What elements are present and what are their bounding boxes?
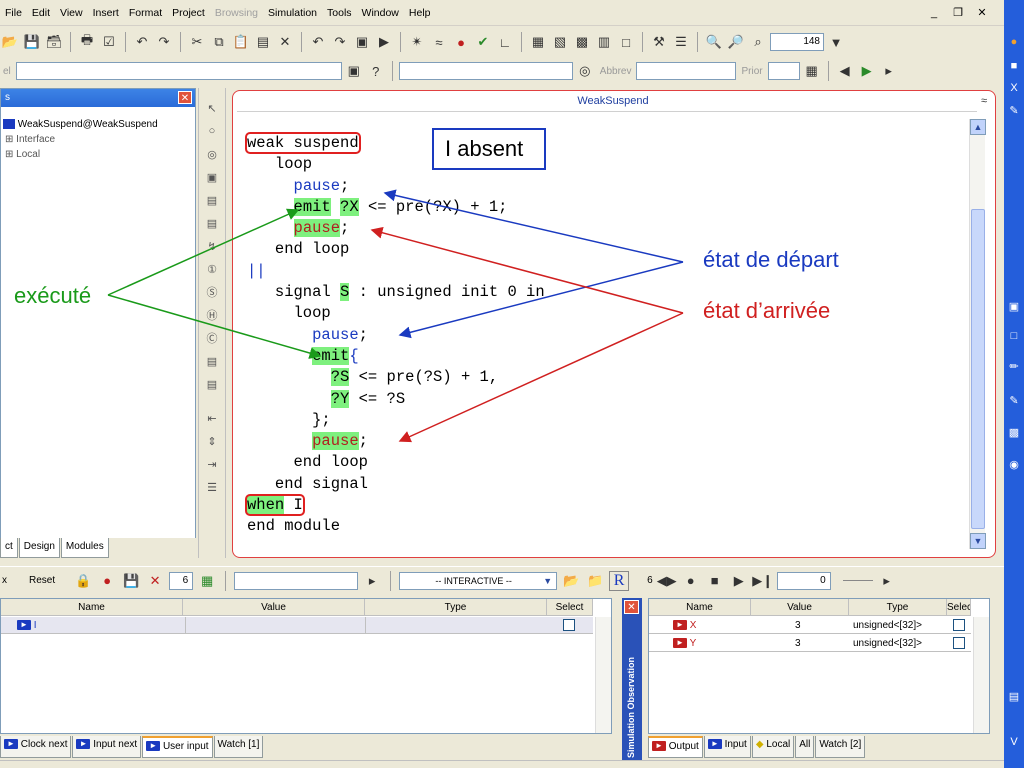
open-all-icon[interactable]: 📁 [585,571,605,591]
open-sim-icon[interactable]: 📂 [561,571,581,591]
col-name[interactable]: Name [649,599,751,616]
row-name-cell: ► I [17,617,37,634]
clear-icon[interactable]: ✕ [145,571,165,591]
input-signal-icon: ► [17,620,31,631]
close-icon[interactable]: ✕ [624,600,639,614]
toolbar-separator [390,570,392,591]
pause-icon[interactable]: ■ [705,571,725,591]
record-icon[interactable]: R [609,570,630,591]
app-window: File Edit View Insert Format Project Bro… [0,0,1024,768]
dock-paint-icon[interactable]: ◉ [1006,458,1022,474]
table-row[interactable]: ► X 3 unsigned<[32]> [649,617,971,634]
col-value[interactable]: Value [751,599,849,616]
sim-input-field[interactable] [234,571,359,590]
output-signal-icon: ► [673,620,687,631]
user-input-icon: ► [146,741,161,752]
row-type-cell: unsigned<[32]> [853,638,922,649]
row-value-cell[interactable] [185,617,365,634]
tab-output[interactable]: ► Output [648,736,703,758]
dock-x-icon[interactable]: X [1006,82,1022,98]
reset-button[interactable]: Reset [29,575,55,586]
input-icon: ► [76,739,91,750]
dock-folder-icon[interactable]: ▤ [1006,690,1022,706]
tab-watch-2[interactable]: Watch [2] [815,736,866,758]
record-mode-icon[interactable]: ● [681,571,701,591]
tab-input-next[interactable]: ► Input next [72,736,142,758]
observation-title: Simulation Observation [626,656,636,758]
col-select[interactable]: Select [547,599,593,616]
row-name-cell: ► X [673,617,696,634]
row-value-cell: 3 [795,620,801,631]
select-checkbox[interactable] [953,619,965,631]
select-checkbox[interactable] [953,637,965,649]
time-field[interactable]: 0 [776,571,831,590]
chevron-down-icon[interactable]: ▼ [543,576,552,586]
local-icon: ◆ [755,739,764,750]
col-type[interactable]: Type [365,599,547,616]
col-name[interactable]: Name [1,599,183,616]
step-field[interactable]: 6 [169,571,194,590]
dock-app-icon[interactable]: ● [1006,36,1022,52]
toolbar-separator [225,570,227,591]
input-icon: ► [707,739,722,750]
status-bar [0,760,1004,768]
arrow-end-state [370,226,684,443]
output-table-scrollbar[interactable] [973,617,989,733]
save-sim-icon[interactable]: 💾 [121,571,141,591]
step-forward-icon[interactable]: ▶❙ [752,571,773,591]
dock-window-icon[interactable]: □ [1006,330,1022,346]
tab-input[interactable]: ► Input [703,736,751,758]
mode-select[interactable]: -- INTERACTIVE -- ▼ [399,571,558,590]
right-dock: ● ■ X ✎ ▣ □ ✏ ✎ ▩ ◉ ▤ V [1004,0,1024,768]
dock-monitor-icon[interactable]: ▣ [1006,300,1022,316]
input-table: Name Value Type Select ► I [0,598,612,734]
row-value-cell: 3 [795,638,801,649]
grid-sim-icon[interactable]: ▦ [197,571,217,591]
table-row[interactable]: ► I [1,617,593,634]
row-name-cell: ► Y [673,635,696,652]
dock-pen-icon[interactable]: ✏ [1006,360,1022,376]
arrow-executed [107,208,322,359]
play-small-icon[interactable]: ▸ [362,571,382,591]
sim-left-label: x [2,575,7,586]
dock-tool-icon[interactable]: ✎ [1006,104,1022,120]
input-table-scrollbar[interactable] [595,617,611,733]
select-checkbox[interactable] [563,619,575,631]
step-back-icon[interactable]: ◀▶ [657,571,677,591]
input-table-tabs: ► Clock next ► Input next ► User input W… [0,736,612,758]
lock-icon[interactable]: 🔒 [73,571,93,591]
more-sim-icon[interactable]: ▸ [877,571,897,591]
observation-sidebar: Simulation Observation [622,598,642,760]
row-type-cell: unsigned<[32]> [853,620,922,631]
row-type-cell [365,617,547,634]
step-counter: 6 [647,575,653,586]
dock-terminal-icon[interactable]: ■ [1006,60,1022,76]
stop-sim-icon[interactable]: ● [97,571,117,591]
tab-all[interactable]: All [795,736,815,758]
play-icon[interactable]: ▶ [729,571,749,591]
simulation-toolbar: x Reset 🔒 ● 💾 ✕ 6 ▦ ▸ -- INTERACTIVE -- … [0,566,1004,594]
col-value[interactable]: Value [183,599,365,616]
tab-clock-next[interactable]: ► Clock next [0,736,72,758]
mode-value: -- INTERACTIVE -- [435,575,512,586]
col-select[interactable]: Selec [947,599,971,616]
output-table: Name Value Type Selec ► X 3 unsigned<[32… [648,598,990,734]
dock-chart-icon[interactable]: ▩ [1006,426,1022,442]
col-type[interactable]: Type [849,599,947,616]
clock-icon: ► [4,739,18,750]
output-table-tabs: ► Output ► Input ◆ Local All Watch [2] [648,736,990,758]
tab-user-input[interactable]: ► User input [142,736,213,758]
dock-vb-icon[interactable]: V [1006,736,1022,752]
slider-track[interactable] [842,580,873,581]
tab-local[interactable]: ◆ Local [751,736,795,758]
table-row[interactable]: ► Y 3 unsigned<[32]> [649,635,971,652]
arrow-start-state [383,189,684,339]
tab-watch-1[interactable]: Watch [1] [213,736,264,758]
output-icon: ► [652,741,666,752]
dock-edit-icon[interactable]: ✎ [1006,394,1022,410]
output-signal-icon: ► [673,638,687,649]
